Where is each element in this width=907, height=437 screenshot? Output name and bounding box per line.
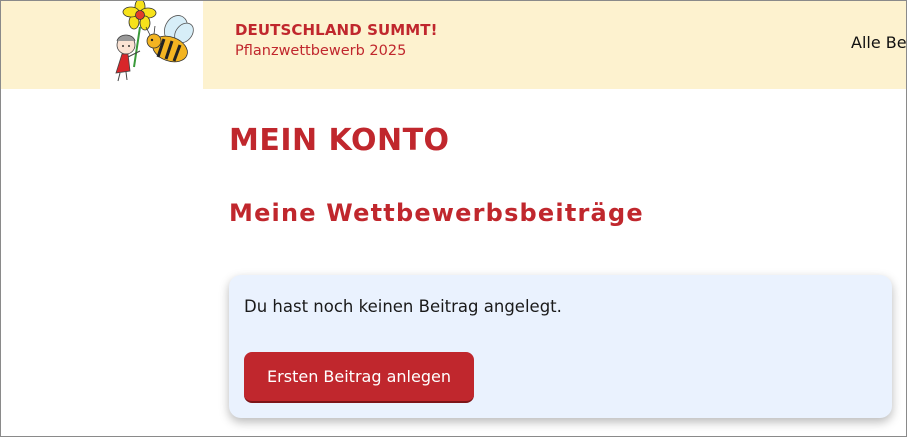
nav-link-alle-beitraege[interactable]: Alle Be [851, 33, 907, 52]
section-title: Meine Wettbewerbsbeiträge [229, 199, 644, 227]
logo-link[interactable] [100, 1, 203, 89]
bee-flower-logo-icon [115, 1, 194, 82]
brand-title[interactable]: DEUTSCHLAND SUMMT! [235, 21, 438, 39]
entries-card: Du hast noch keinen Beitrag angelegt. Er… [229, 275, 892, 418]
brand-subtitle: Pflanzwettbewerb 2025 [235, 43, 407, 59]
empty-state-message: Du hast noch keinen Beitrag angelegt. [244, 297, 562, 316]
create-first-entry-button[interactable]: Ersten Beitrag anlegen [244, 352, 474, 403]
site-header: DEUTSCHLAND SUMMT! Pflanzwettbewerb 2025… [1, 1, 907, 89]
page-title: MEIN KONTO [229, 123, 450, 158]
